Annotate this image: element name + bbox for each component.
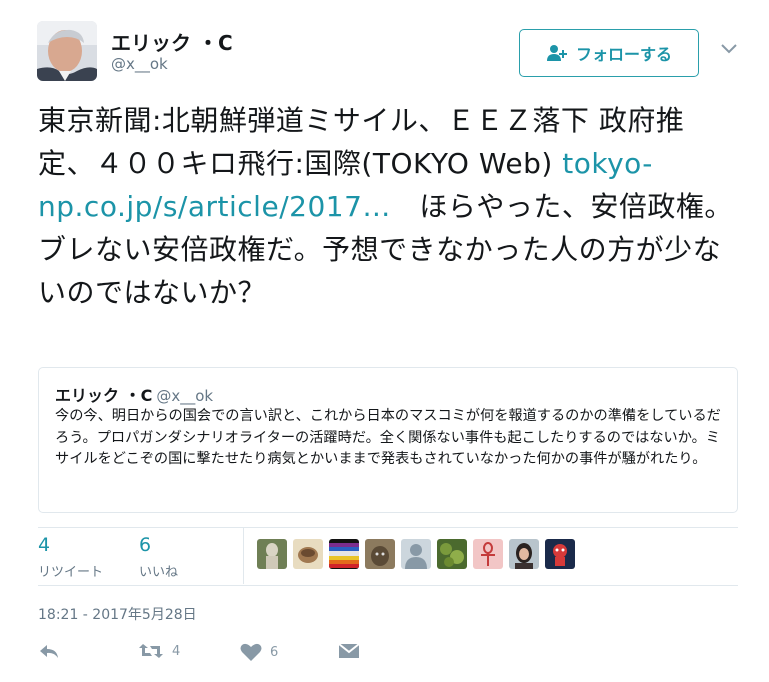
like-count: 6 xyxy=(139,534,152,556)
author-name[interactable]: エリック ・C xyxy=(111,27,233,56)
author-avatar[interactable] xyxy=(37,21,97,81)
tweet-timestamp[interactable]: 18:21 - 2017年5月28日 xyxy=(38,604,197,624)
quoted-author-name: エリック ・C xyxy=(55,386,153,405)
liker-avatar-peace-flag[interactable] xyxy=(329,539,359,569)
likers-avatars xyxy=(257,539,575,569)
retweet-count: 4 xyxy=(38,534,51,556)
retweet-stat[interactable]: 4 リツイート xyxy=(38,535,103,580)
heart-icon xyxy=(240,643,262,661)
liker-avatar-red-character[interactable] xyxy=(545,539,575,569)
retweet-button[interactable]: 4 xyxy=(138,642,180,660)
stats-top-divider xyxy=(38,527,738,528)
like-action-count: 6 xyxy=(270,644,279,660)
like-button[interactable]: 6 xyxy=(240,642,278,662)
chevron-down-icon[interactable] xyxy=(720,42,738,56)
retweet-icon xyxy=(139,644,163,658)
quoted-author-handle: @x__ok xyxy=(156,387,214,405)
author-handle[interactable]: @x__ok xyxy=(111,55,168,73)
liker-avatar-default[interactable] xyxy=(401,539,431,569)
liker-avatar-statue[interactable] xyxy=(257,539,287,569)
follow-button-label: フォローする xyxy=(575,45,672,64)
envelope-icon xyxy=(338,643,360,658)
tweet-text: 東京新聞:北朝鮮弾道ミサイル、ＥＥＺ落下 政府推定、４００キロ飛行:国際(TOK… xyxy=(38,99,738,314)
liker-avatar-woman[interactable] xyxy=(509,539,539,569)
stats-bottom-divider xyxy=(38,585,738,586)
quoted-tweet-header: エリック ・C @x__ok xyxy=(55,382,213,406)
liker-avatar-leaves[interactable] xyxy=(437,539,467,569)
add-user-icon xyxy=(546,45,567,61)
retweet-action-count: 4 xyxy=(172,643,181,659)
reply-icon xyxy=(40,645,58,658)
quoted-tweet[interactable]: エリック ・C @x__ok 今の今、明日からの国会での言い訳と、これから日本のマ… xyxy=(38,367,738,513)
liker-avatar-cat[interactable] xyxy=(365,539,395,569)
like-label: いいね xyxy=(139,565,179,580)
stats-separator xyxy=(243,528,244,584)
retweet-label: リツイート xyxy=(38,565,104,580)
liker-avatar-ankh[interactable] xyxy=(473,539,503,569)
like-stat[interactable]: 6 いいね xyxy=(139,535,178,580)
liker-avatar-cup[interactable] xyxy=(293,539,323,569)
follow-button[interactable]: フォローする xyxy=(519,29,699,77)
reply-button[interactable] xyxy=(38,642,60,660)
direct-message-button[interactable] xyxy=(338,642,360,660)
quoted-tweet-text: 今の今、明日からの国会での言い訳と、これから日本のマスコミが何を報道するのかの準… xyxy=(55,408,721,467)
